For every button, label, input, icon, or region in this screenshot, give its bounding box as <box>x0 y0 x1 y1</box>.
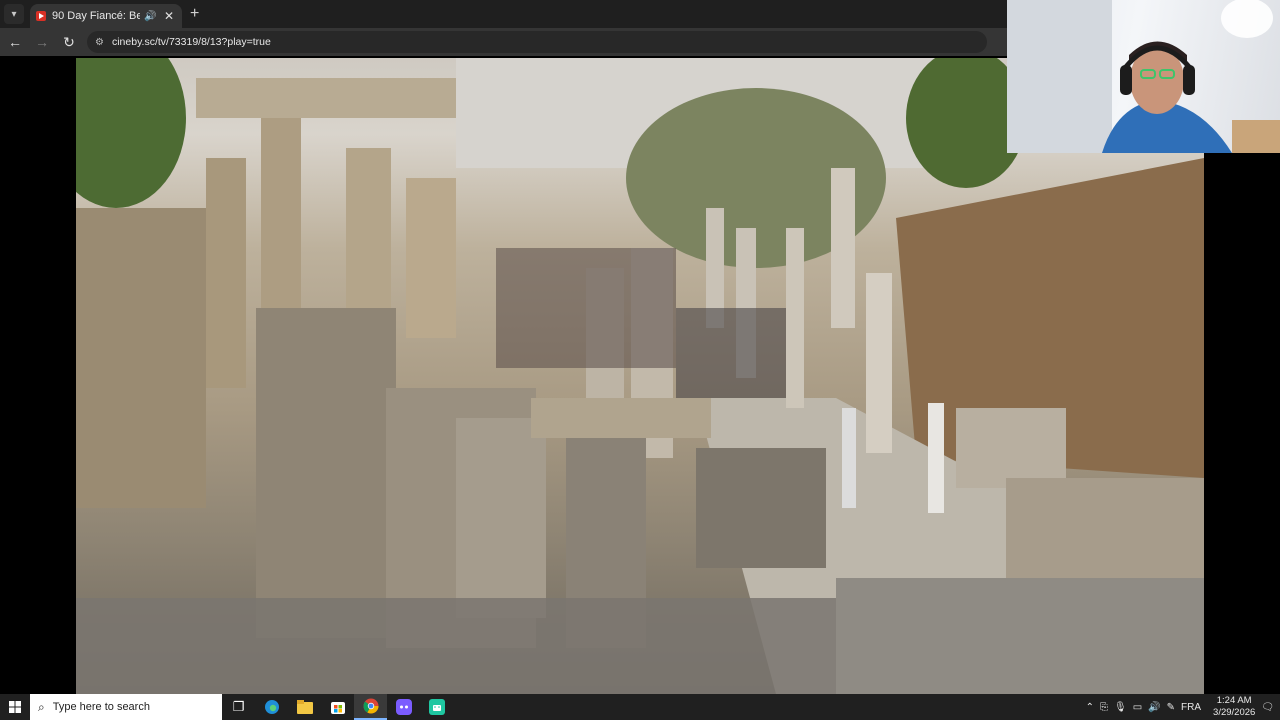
pen-icon[interactable]: ✎ <box>1167 702 1175 713</box>
audio-playing-icon[interactable]: 🔊 <box>144 11 158 22</box>
reload-icon[interactable]: ↻ <box>57 30 81 54</box>
tray-app-icon[interactable]: ⎘ <box>1100 702 1108 713</box>
browser-toolbar: ← → ↻ ⚙ cineby.sc/tv/73319/8/13?play=tru… <box>0 28 1007 56</box>
youtube-favicon-icon <box>36 11 46 21</box>
browser-tab-strip: ▾ 90 Day Fiancé: Before the 90 🔊 ✕ + <box>0 0 1007 28</box>
close-tab-icon[interactable]: ✕ <box>162 9 176 23</box>
clock-date: 3/29/2026 <box>1213 707 1256 718</box>
address-bar[interactable]: ⚙ cineby.sc/tv/73319/8/13?play=true <box>87 31 987 53</box>
file-explorer-icon[interactable] <box>288 694 321 720</box>
ruins-scene-image <box>76 58 1204 694</box>
edge-browser-icon[interactable] <box>255 694 288 720</box>
chrome-browser-icon[interactable] <box>354 694 387 720</box>
video-frame-ancient-ruins[interactable] <box>76 58 1204 694</box>
microsoft-store-icon[interactable] <box>321 694 354 720</box>
tab-search-icon[interactable]: ▾ <box>4 4 24 24</box>
new-tab-icon[interactable]: + <box>190 5 199 23</box>
tab-title: 90 Day Fiancé: Before the 90 <box>52 10 140 22</box>
url-text: cineby.sc/tv/73319/8/13?play=true <box>111 36 271 48</box>
forward-icon[interactable]: → <box>30 30 54 54</box>
microphone-icon[interactable]: 🎙 <box>1114 702 1127 713</box>
search-icon: ⌕ <box>38 699 45 714</box>
notifications-icon[interactable]: 🗨 <box>1261 702 1274 713</box>
windows-start-icon[interactable] <box>0 694 30 720</box>
search-placeholder: Type here to search <box>52 701 150 713</box>
site-info-icon[interactable]: ⚙ <box>95 37 104 48</box>
network-icon[interactable]: ▭ <box>1133 702 1142 713</box>
webcam-overlay <box>1007 0 1280 153</box>
taskbar-search-input[interactable]: ⌕ Type here to search <box>30 694 222 720</box>
discord-app-icon[interactable] <box>387 694 420 720</box>
browser-tab[interactable]: 90 Day Fiancé: Before the 90 🔊 ✕ <box>30 4 182 28</box>
system-tray: ⌃ ⎘ 🎙 ▭ 🔊 ✎ FRA 1:24 AM 3/29/2026 🗨 <box>1086 695 1280 719</box>
clock-time: 1:24 AM <box>1216 695 1252 706</box>
show-hidden-icons-chevron-icon[interactable]: ⌃ <box>1086 702 1094 713</box>
volume-icon[interactable]: 🔊 <box>1148 702 1160 713</box>
windows-taskbar: ⌕ Type here to search ❐ ⌃ ⎘ 🎙 ▭ 🔊 ✎ FRA … <box>0 694 1280 720</box>
language-indicator[interactable]: FRA <box>1181 702 1201 713</box>
back-icon[interactable]: ← <box>3 30 27 54</box>
webcam-person-image <box>1007 0 1280 153</box>
task-view-icon[interactable]: ❐ <box>222 694 255 720</box>
android-app-icon[interactable] <box>420 694 453 720</box>
clock[interactable]: 1:24 AM 3/29/2026 <box>1213 695 1255 719</box>
